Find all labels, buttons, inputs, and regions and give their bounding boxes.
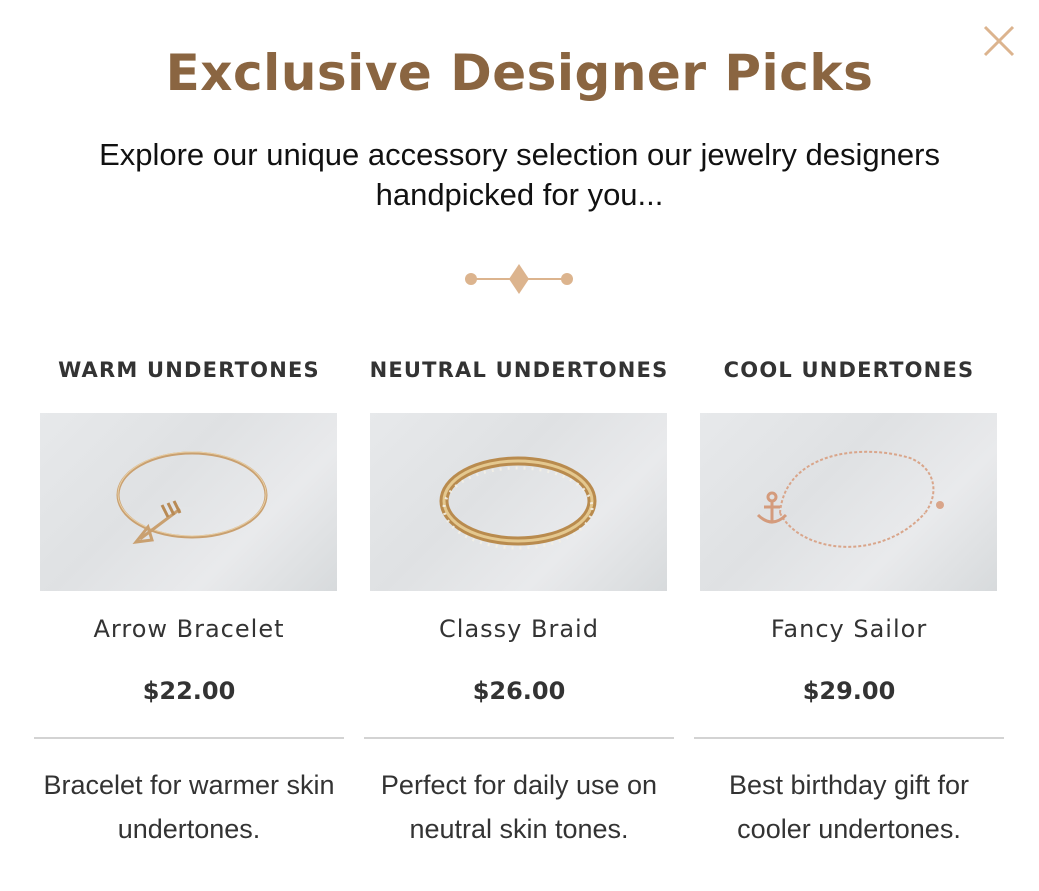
product-price: $29.00	[802, 677, 896, 705]
column-divider	[364, 737, 674, 739]
product-column-neutral: NEUTRAL UNDERTONES Classy Braid $26.00 P…	[364, 350, 674, 844]
product-description: Bracelet for warmer skin undertones.	[43, 770, 335, 844]
product-name[interactable]: Classy Braid	[364, 615, 674, 643]
product-description: Perfect for daily use on neutral skin to…	[380, 770, 658, 844]
column-heading: WARM UNDERTONES	[58, 358, 320, 382]
product-name[interactable]: Arrow Bracelet	[34, 615, 344, 643]
product-name[interactable]: Fancy Sailor	[694, 615, 1004, 643]
product-column-warm: WARM UNDERTONES Arrow Bracelet $22.00 Br…	[34, 350, 344, 844]
product-price: $22.00	[142, 677, 236, 705]
column-heading: NEUTRAL UNDERTONES	[369, 358, 669, 382]
product-price: $26.00	[472, 677, 566, 705]
column-divider	[694, 737, 1004, 739]
anchor-bracelet-image[interactable]	[700, 413, 997, 591]
arrow-bracelet-image[interactable]	[40, 413, 337, 591]
product-description: Best birthday gift for cooler undertones…	[728, 770, 970, 844]
modal-subtitle: Explore our unique accessory selection o…	[99, 137, 940, 212]
modal-title: Exclusive Designer Picks	[165, 44, 874, 102]
ornament-divider-icon	[465, 264, 573, 294]
product-column-cool: COOL UNDERTONES Fancy Sailor $29.00 Best…	[694, 350, 1004, 844]
bangle-bracelet-image[interactable]	[370, 413, 667, 591]
column-divider	[34, 737, 344, 739]
column-heading: COOL UNDERTONES	[723, 358, 975, 382]
